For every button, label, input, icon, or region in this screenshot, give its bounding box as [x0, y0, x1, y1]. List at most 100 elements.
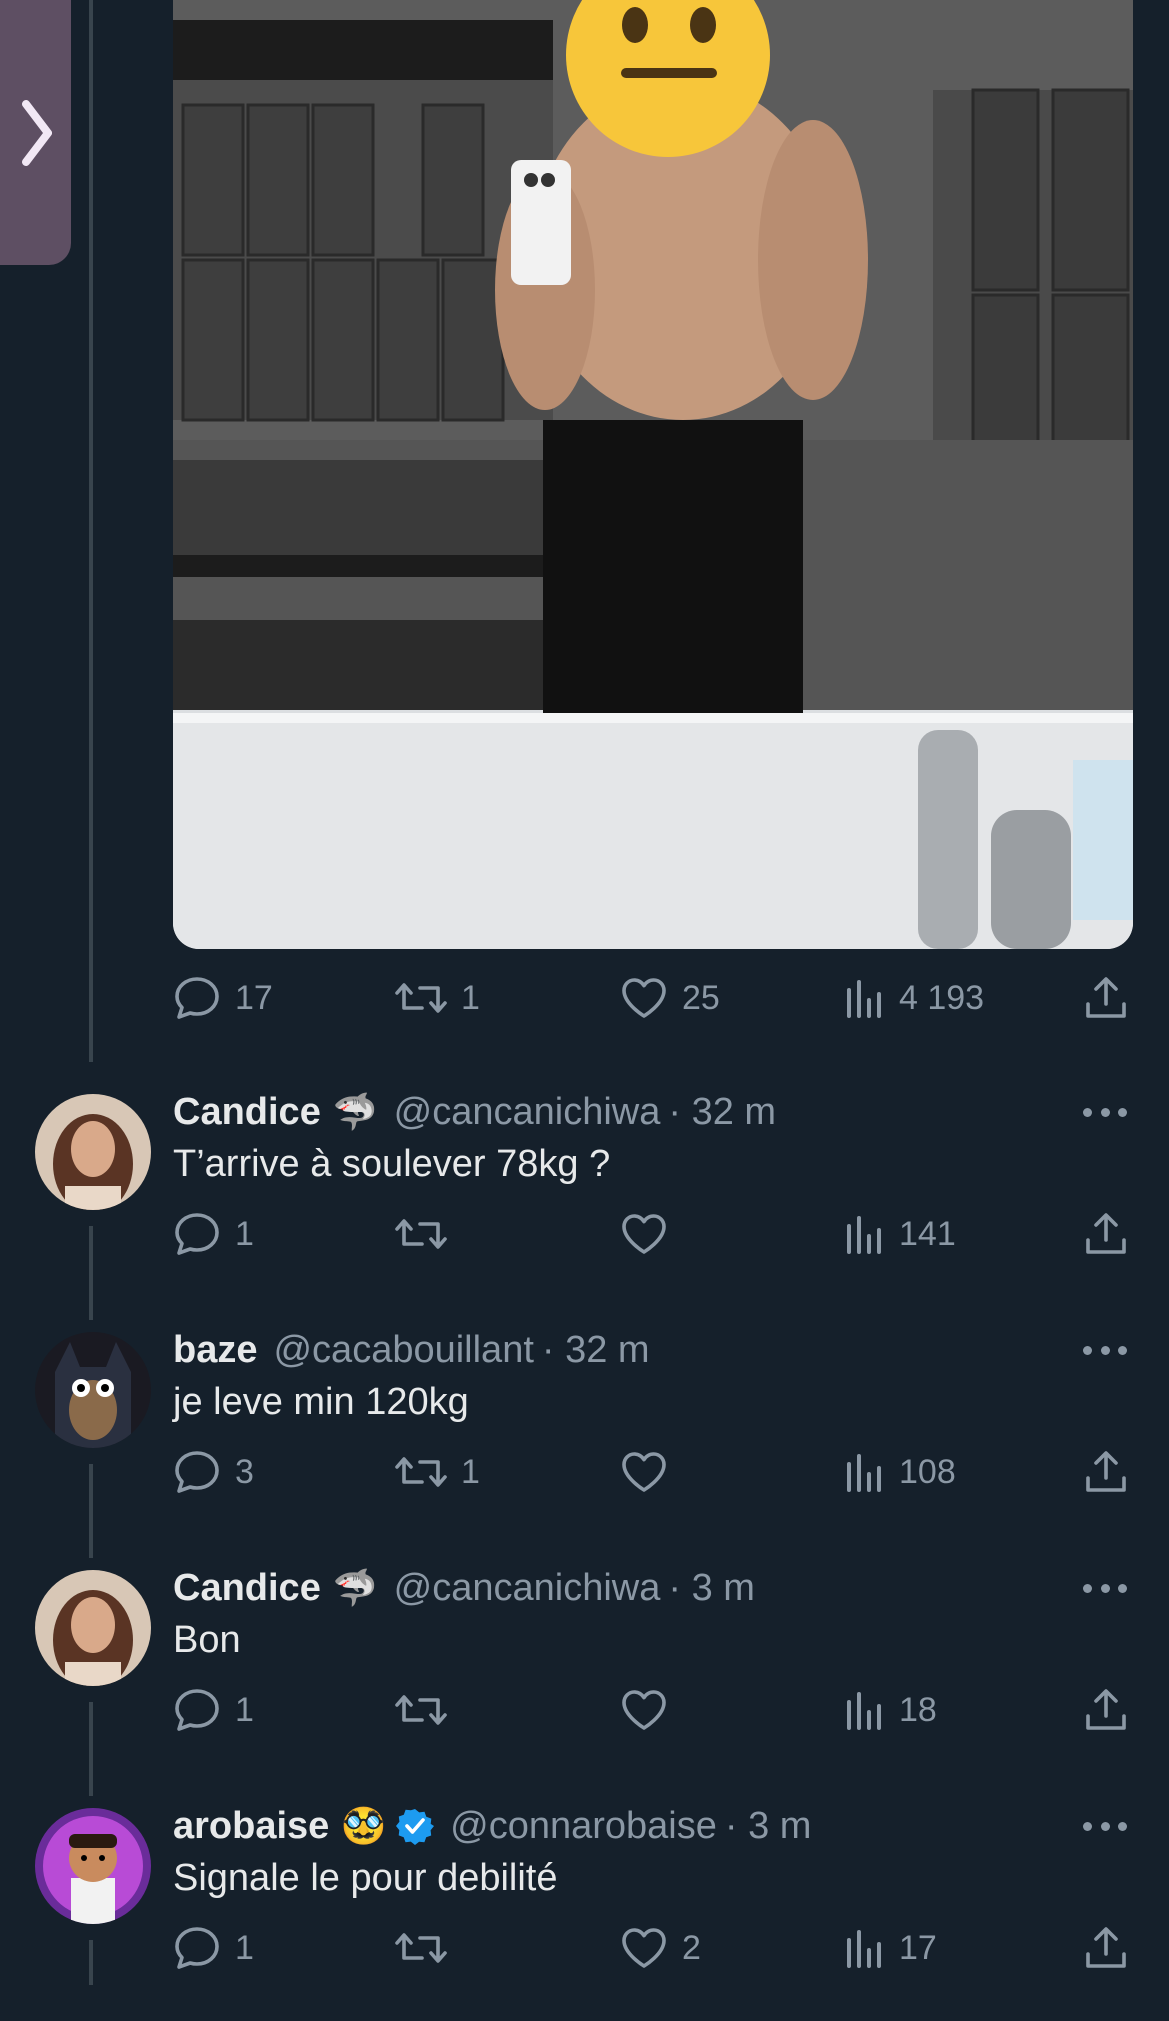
views-button[interactable]: 108 [845, 1447, 956, 1497]
tweet-time[interactable]: · 32 m [542, 1329, 650, 1372]
avatar[interactable] [35, 1808, 151, 1924]
more-options-icon[interactable] [1083, 1573, 1127, 1603]
share-icon [1086, 1451, 1126, 1492]
reply-icon [175, 1213, 219, 1255]
shark-emoji-badge: 🦈 [332, 1567, 378, 1608]
share-icon [1086, 1213, 1126, 1254]
reply-header: arobaise 🥸 @connarobaise · 3 m [173, 1801, 811, 1851]
reply-icon [175, 1927, 219, 1969]
reply-icon [175, 1689, 219, 1731]
display-name[interactable]: Candice [173, 1567, 321, 1610]
retweet-count: 1 [461, 1452, 480, 1491]
views-chart-icon [847, 1454, 881, 1492]
verified-badge-icon [396, 1809, 435, 1845]
user-handle[interactable]: @connarobaise [450, 1805, 717, 1848]
thread-line [89, 0, 93, 1062]
retweet-button[interactable]: 1 [395, 973, 480, 1023]
reply-header: Candice 🦈 @cancanichiwa · 32 m [173, 1087, 776, 1137]
disguise-emoji-badge: 🥸 [341, 1805, 387, 1846]
share-button[interactable] [1083, 973, 1129, 1023]
tweet-text: Signale le pour debilité [173, 1857, 558, 1899]
avatar[interactable] [35, 1094, 151, 1210]
display-name[interactable]: Candice [173, 1091, 321, 1134]
like-button[interactable] [620, 1209, 682, 1259]
reply-button[interactable]: 17 [173, 973, 273, 1023]
heart-icon [622, 1452, 666, 1492]
tweet-actions: 3 1 108 [173, 1447, 1133, 1497]
views-chart-icon [847, 1930, 881, 1968]
retweet-icon [395, 1933, 447, 1963]
like-count: 25 [682, 978, 720, 1017]
like-count: 2 [682, 1928, 701, 1967]
more-options-icon[interactable] [1083, 1811, 1127, 1841]
retweet-icon [395, 983, 447, 1013]
views-button[interactable]: 17 [845, 1923, 937, 1973]
reply-count: 1 [235, 1214, 254, 1253]
like-button[interactable] [620, 1447, 682, 1497]
reply-count: 17 [235, 978, 273, 1017]
views-chart-icon [847, 1692, 881, 1730]
views-count: 141 [899, 1214, 956, 1253]
tweet-text: T’arrive à soulever 78kg ? [173, 1143, 611, 1185]
retweet-count: 1 [461, 978, 480, 1017]
more-options-icon[interactable] [1083, 1097, 1127, 1127]
reply-button[interactable]: 1 [173, 1209, 254, 1259]
views-button[interactable]: 18 [845, 1685, 937, 1735]
user-handle[interactable]: @cancanichiwa [394, 1567, 661, 1610]
share-button[interactable] [1083, 1923, 1129, 1973]
like-button[interactable]: 25 [620, 973, 720, 1023]
reply-button[interactable]: 1 [173, 1685, 254, 1735]
retweet-button[interactable]: 1 [395, 1447, 480, 1497]
display-name[interactable]: arobaise [173, 1805, 329, 1848]
user-handle[interactable]: @cacabouillant [273, 1329, 533, 1372]
share-button[interactable] [1083, 1447, 1129, 1497]
main-tweet-actions: 17 1 25 4 193 [173, 973, 1133, 1023]
shark-emoji-badge: 🦈 [332, 1091, 378, 1132]
tweet-actions: 1 141 [173, 1209, 1133, 1259]
retweet-icon [395, 1219, 447, 1249]
views-count: 4 193 [899, 978, 985, 1017]
reply-tweet[interactable]: Candice 🦈 @cancanichiwa · 32 m T’arrive … [0, 1087, 1169, 1307]
retweet-button[interactable] [395, 1923, 461, 1973]
reply-header: Candice 🦈 @cancanichiwa · 3 m [173, 1563, 755, 1613]
chevron-right-icon [21, 99, 52, 166]
reply-button[interactable]: 1 [173, 1923, 254, 1973]
tweet-text: je leve min 120kg [173, 1381, 469, 1423]
user-handle[interactable]: @cancanichiwa [394, 1091, 661, 1134]
share-button[interactable] [1083, 1685, 1129, 1735]
reply-count: 1 [235, 1690, 254, 1729]
share-icon [1086, 1927, 1126, 1968]
avatar[interactable] [35, 1570, 151, 1686]
retweet-button[interactable] [395, 1685, 461, 1735]
retweet-button[interactable] [395, 1209, 461, 1259]
reply-tweet[interactable]: Candice 🦈 @cancanichiwa · 3 m Bon 1 18 [0, 1563, 1169, 1783]
views-button[interactable]: 141 [845, 1209, 956, 1259]
retweet-icon [395, 1695, 447, 1725]
tweet-time[interactable]: · 3 m [725, 1805, 812, 1848]
reply-count: 3 [235, 1452, 254, 1491]
views-chart-icon [847, 1216, 881, 1254]
like-button[interactable] [620, 1685, 682, 1735]
more-options-icon[interactable] [1083, 1335, 1127, 1365]
heart-icon [622, 1690, 666, 1730]
tweet-time[interactable]: · 32 m [668, 1091, 776, 1134]
reply-icon [175, 977, 219, 1019]
share-icon [1086, 977, 1126, 1018]
reply-count: 1 [235, 1928, 254, 1967]
views-chart-icon [847, 980, 881, 1018]
avatar[interactable] [35, 1332, 151, 1448]
expand-sidebar-tab[interactable] [0, 0, 71, 265]
views-button[interactable]: 4 193 [845, 973, 984, 1023]
like-button[interactable]: 2 [620, 1923, 701, 1973]
tweet-actions: 1 2 17 [173, 1923, 1133, 1973]
reply-button[interactable]: 3 [173, 1447, 254, 1497]
reply-tweet[interactable]: arobaise 🥸 @connarobaise · 3 m Signale l… [0, 1801, 1169, 2021]
display-name[interactable]: baze [173, 1329, 257, 1372]
reply-tweet[interactable]: baze @cacabouillant · 32 m je leve min 1… [0, 1325, 1169, 1545]
retweet-icon [395, 1457, 447, 1487]
tweet-time[interactable]: · 3 m [668, 1567, 755, 1610]
tweet-media-image[interactable] [173, 0, 1133, 949]
tweet-text: Bon [173, 1619, 241, 1661]
share-button[interactable] [1083, 1209, 1129, 1259]
reply-header: baze @cacabouillant · 32 m [173, 1325, 650, 1375]
